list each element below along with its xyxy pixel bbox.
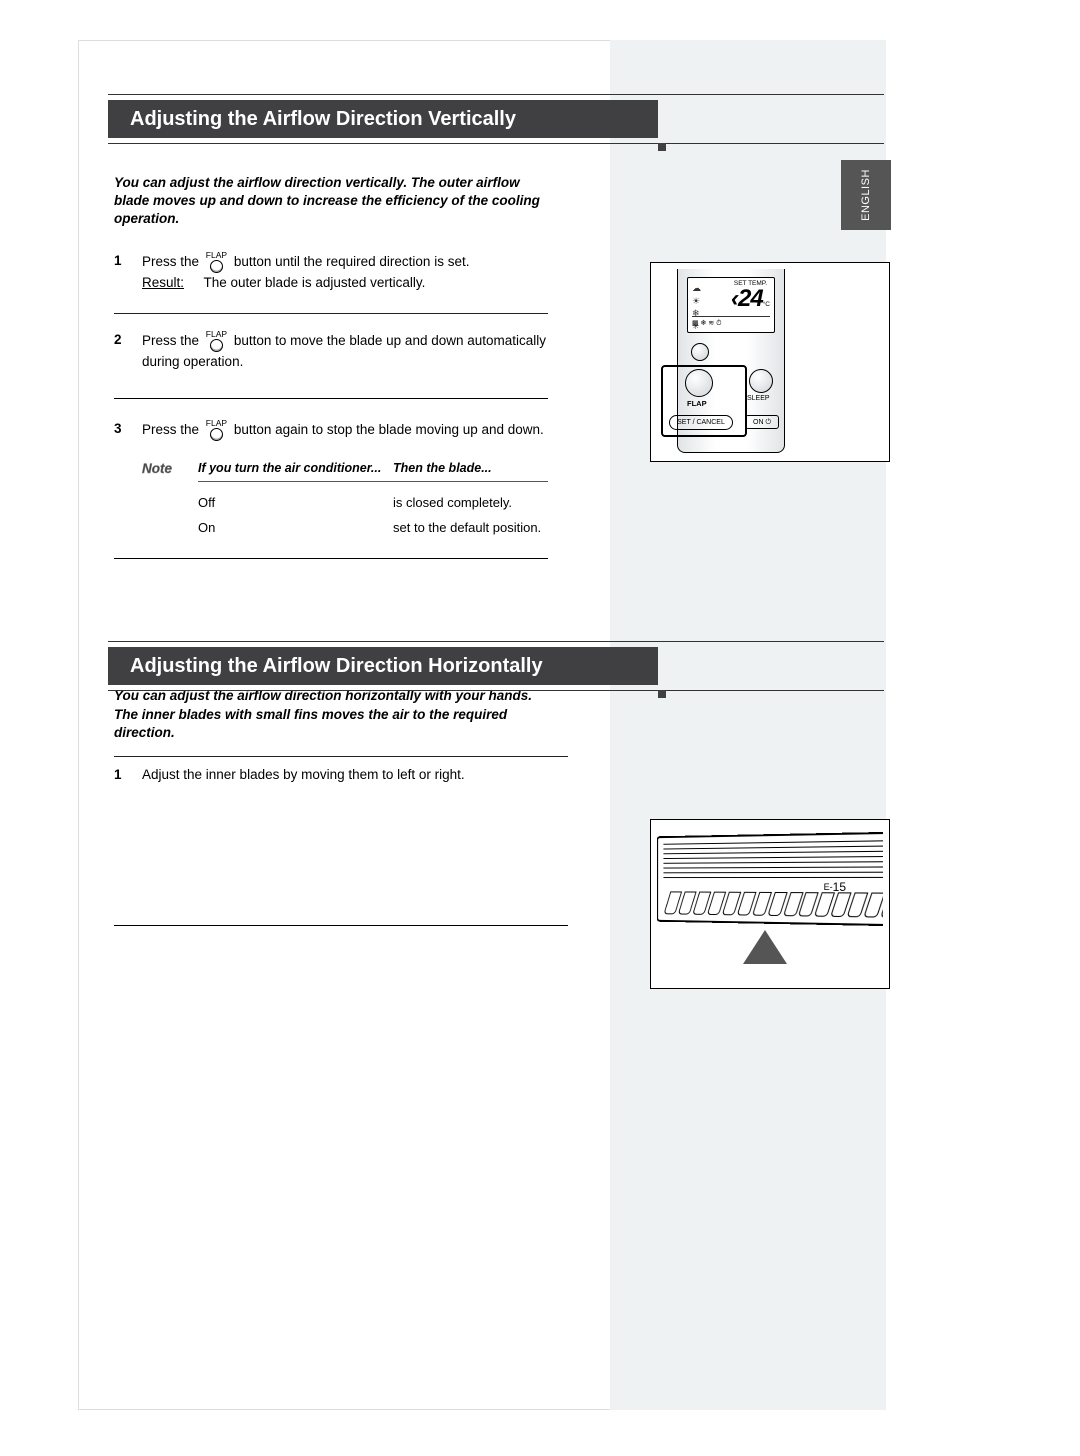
section2-intro: You can adjust the airflow direction hor…: [114, 687, 568, 742]
remote-flap-button: [685, 369, 713, 397]
ac-unit-figure: [650, 819, 890, 989]
section2-title: Adjusting the Airflow Direction Horizont…: [130, 655, 543, 678]
flap-button-icon: FLAP: [206, 251, 227, 274]
flap-button-icon: FLAP: [206, 419, 227, 442]
language-tab: ENGLISH: [841, 160, 891, 230]
page-number: E-15: [824, 880, 846, 894]
section1-step-1: 1 Press the FLAP button until the requir…: [114, 243, 548, 314]
section2-step-1: 1 Adjust the inner blades by moving them…: [114, 756, 568, 926]
pointer-arrow-icon: [743, 930, 787, 964]
section1-title: Adjusting the Airflow Direction Vertical…: [130, 108, 516, 131]
section1-note: Note If you turn the air conditioner... …: [114, 451, 548, 559]
section1-step-3: 3 Press the FLAP button again to stop th…: [114, 399, 548, 452]
section1-intro: You can adjust the airflow direction ver…: [114, 174, 548, 229]
flap-button-icon: FLAP: [206, 330, 227, 353]
section1-step-2: 2 Press the FLAP button to move the blad…: [114, 314, 548, 399]
remote-figure: ☁☀❄✳ SET TEMP. ‹24°C ▦ ❄ ≋ ⏱ FLAP SLEEP …: [650, 262, 890, 462]
